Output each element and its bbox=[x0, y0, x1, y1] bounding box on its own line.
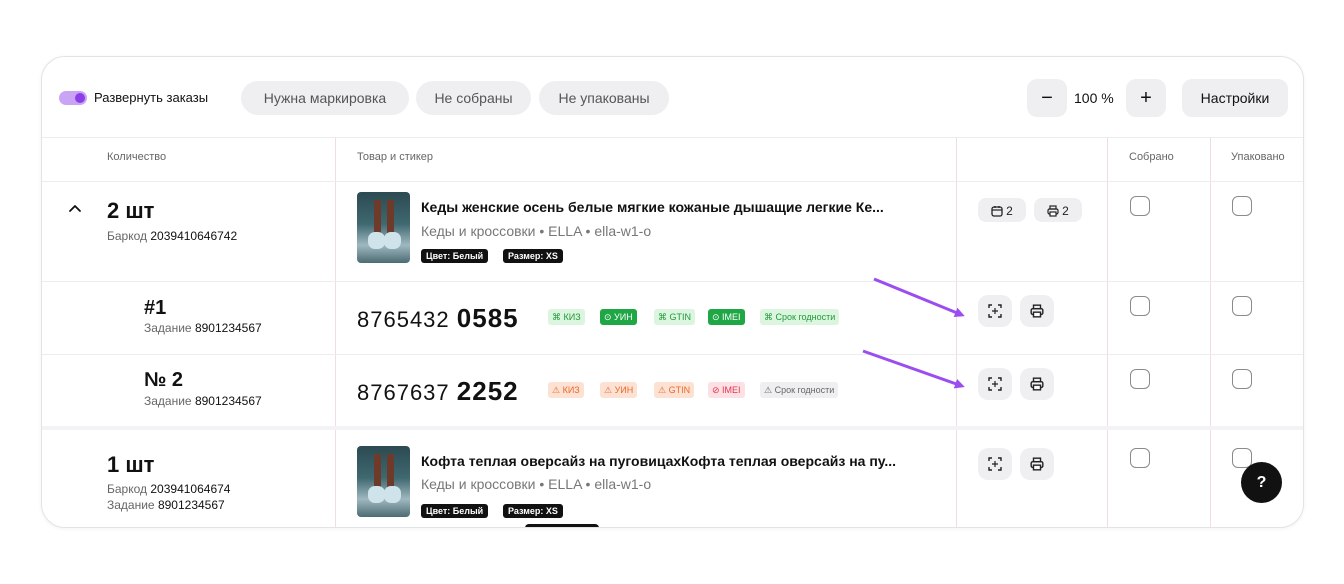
annotation-arrows bbox=[862, 277, 965, 389]
arrow-to-scan-2 bbox=[862, 349, 965, 389]
help-button[interactable]: ? bbox=[1241, 462, 1282, 503]
arrow-to-scan-1 bbox=[873, 277, 965, 317]
